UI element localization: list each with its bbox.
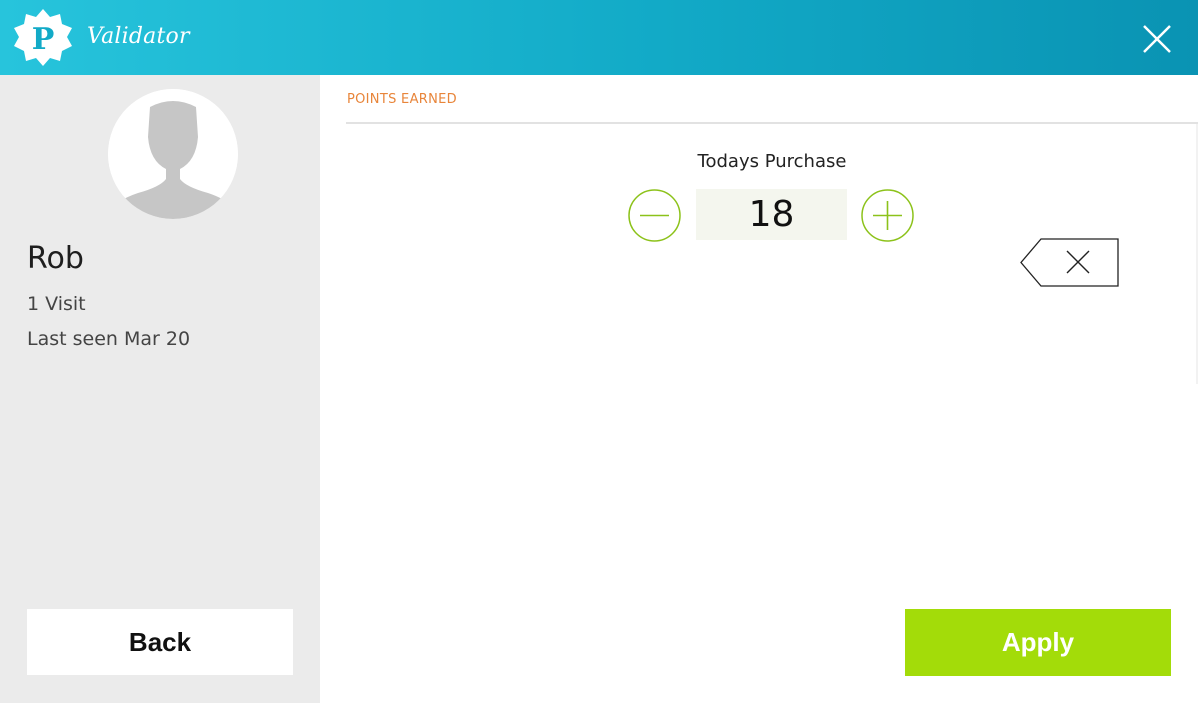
app-title: Validator xyxy=(87,24,190,49)
last-seen: Last seen Mar 20 xyxy=(27,328,191,350)
customer-sidebar: Rob 1 Visit Last seen Mar 20 Back xyxy=(0,75,320,703)
backspace-icon[interactable] xyxy=(1019,237,1120,288)
logo-icon: P xyxy=(14,9,72,66)
apply-button[interactable]: Apply xyxy=(905,609,1171,676)
back-button[interactable]: Back xyxy=(27,609,293,675)
minus-icon[interactable] xyxy=(628,189,681,242)
user-silhouette-icon xyxy=(108,89,238,219)
avatar xyxy=(108,89,238,219)
validator-window: P Validator Rob 1 Visit Last seen Mar 20… xyxy=(0,0,1198,703)
divider xyxy=(346,122,1198,124)
section-title: POINTS EARNED xyxy=(347,92,457,107)
visit-count: 1 Visit xyxy=(27,293,86,315)
quantity-value[interactable]: 18 xyxy=(696,189,847,240)
customer-name: Rob xyxy=(27,241,84,276)
logo-letter: P xyxy=(32,22,55,57)
purchase-label: Todays Purchase xyxy=(697,151,847,172)
plus-icon[interactable] xyxy=(861,189,914,242)
close-icon[interactable] xyxy=(1140,22,1174,56)
header-bar: P Validator xyxy=(0,0,1198,75)
